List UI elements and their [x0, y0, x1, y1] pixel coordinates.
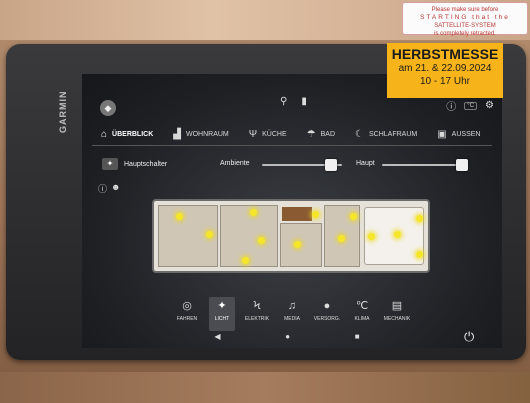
warning-sticker: Please make sure before STARTING that th… [402, 2, 528, 37]
vehicle-icon: ▣ [437, 129, 447, 140]
moon-icon: ☾ [355, 129, 364, 140]
tab-label: KÜCHE [262, 131, 287, 138]
tab-aussen[interactable]: ▣ AUßEN [428, 125, 489, 145]
back-icon[interactable]: ◀ [214, 332, 220, 344]
light-point[interactable] [312, 211, 319, 218]
app-logo-icon: ◆ [100, 100, 116, 116]
ambient-slider-knob[interactable] [324, 159, 337, 171]
nav-elektrik[interactable]: ϟ ELEKTRIK [244, 297, 270, 331]
nav-label: VERSORG. [313, 316, 341, 322]
nav-label: MECHANIK [383, 316, 411, 322]
light-point[interactable] [338, 235, 345, 242]
gear-icon[interactable]: ⚙ [485, 100, 494, 111]
kitchen-area[interactable] [280, 223, 322, 267]
nav-label: ELEKTRIK [244, 316, 270, 322]
light-bulb-icon: ✦ [217, 300, 227, 312]
nav-versorgung[interactable]: ● VERSORG. [314, 297, 340, 331]
nav-mechanik[interactable]: ▤ MECHANIK [384, 297, 410, 331]
thermometer-icon: ℃ [355, 300, 369, 312]
home-button-icon[interactable]: ● [285, 332, 290, 344]
sticker-line-1: Please make sure before [431, 7, 499, 13]
tab-bad[interactable]: ☂ BAD [298, 125, 344, 145]
kitchen-counter [282, 207, 312, 221]
mechanic-icon: ▤ [391, 300, 403, 312]
light-point[interactable] [176, 213, 183, 220]
nav-fahren[interactable]: ◎ FAHREN [174, 297, 200, 331]
info-icon[interactable]: ⓘ [98, 182, 107, 195]
status-bar: ⓘ °C ⚙ [446, 98, 494, 113]
battery-icon: ▮ [301, 96, 307, 107]
water-drop-icon: ● [323, 300, 331, 312]
device-brand: GARMIN [58, 90, 68, 134]
music-icon: ♫ [287, 300, 297, 312]
person-icon[interactable]: ☻ [111, 182, 120, 195]
sofa-icon: ▟ [173, 129, 181, 140]
event-banner: HERBSTMESSE am 21. & 22.09.2024 10 - 17 … [387, 43, 503, 98]
tab-label: SCHLAFRAUM [368, 131, 418, 138]
main-light-slider[interactable] [382, 159, 468, 171]
sticker-line-2: STARTING that the [420, 14, 510, 21]
light-point[interactable] [350, 213, 357, 220]
home-icon: ⌂ [101, 129, 108, 140]
recent-apps-icon[interactable]: ■ [355, 332, 360, 344]
bottom-navigation: ◎ FAHREN ✦ LICHT ϟ ELEKTRIK ♫ MEDIA ● VE… [174, 297, 410, 331]
nav-licht[interactable]: ✦ LICHT [209, 297, 235, 331]
light-point[interactable] [242, 257, 249, 264]
light-point[interactable] [416, 215, 423, 222]
tap-icon: ⚲ [280, 96, 288, 107]
light-bulb-icon: ✦ [102, 158, 118, 170]
main-light-slider-knob[interactable] [455, 159, 468, 171]
lightning-icon: ϟ [253, 300, 261, 312]
system-bar: ◀ ● ■ [182, 332, 392, 344]
ambient-label: Ambiente [220, 160, 250, 167]
touch-screen: ◆ ⚲ ▮ ⓘ °C ⚙ ⌂ ÜBERBLICK ▟ WOHNRAUM Ψ KÜ… [82, 74, 502, 348]
main-switch[interactable]: ✦ Hauptschalter [102, 158, 167, 170]
light-point[interactable] [394, 231, 401, 238]
event-hours: 10 - 17 Uhr [419, 76, 471, 87]
tab-label: AUßEN [451, 131, 481, 138]
light-point[interactable] [250, 209, 257, 216]
ambient-slider[interactable] [262, 159, 342, 171]
temperature-icon: °C [464, 101, 478, 110]
wall-trim [0, 372, 530, 403]
living-area[interactable] [220, 205, 278, 267]
vehicle-floorplan [152, 199, 430, 273]
nav-label: MEDIA [284, 316, 300, 322]
nav-label: LICHT [214, 316, 230, 322]
top-status-icons: ⚲ ▮ [280, 96, 307, 107]
light-point[interactable] [294, 241, 301, 248]
light-point[interactable] [368, 233, 375, 240]
light-point[interactable] [416, 251, 423, 258]
light-controls: ✦ Hauptschalter Ambiente Haupt [94, 156, 490, 174]
cutlery-icon: Ψ [248, 129, 258, 140]
tab-ueberblick[interactable]: ⌂ ÜBERBLICK [92, 125, 162, 145]
event-title: HERBSTMESSE [391, 46, 499, 62]
nav-media[interactable]: ♫ MEDIA [279, 297, 305, 331]
event-dates: am 21. & 22.09.2024 [398, 63, 492, 74]
tab-wohnraum[interactable]: ▟ WOHNRAUM [164, 125, 237, 145]
light-point[interactable] [206, 231, 213, 238]
tab-label: WOHNRAUM [185, 131, 229, 138]
tab-label: BAD [320, 131, 336, 138]
tab-label: ÜBERBLICK [112, 131, 154, 138]
info-row: ⓘ ☻ [98, 182, 121, 195]
light-point[interactable] [258, 237, 265, 244]
steering-wheel-icon: ◎ [182, 300, 192, 312]
nav-label: KLIMA [354, 316, 370, 322]
shower-icon: ☂ [306, 129, 316, 140]
tab-schlafraum[interactable]: ☾ SCHLAFRAUM [346, 125, 426, 145]
main-light-label: Haupt [356, 160, 375, 167]
nav-klima[interactable]: ℃ KLIMA [349, 297, 375, 331]
sticker-line-3: SATTELLITE-SYSTEM [434, 23, 496, 29]
nav-label: FAHREN [176, 316, 198, 322]
info-icon[interactable]: ⓘ [446, 98, 456, 113]
power-icon[interactable]: ⏻ [464, 329, 474, 345]
main-switch-label: Hauptschalter [124, 160, 168, 168]
room-tabs: ⌂ ÜBERBLICK ▟ WOHNRAUM Ψ KÜCHE ☂ BAD ☾ S… [92, 124, 492, 146]
tab-kueche[interactable]: Ψ KÜCHE [240, 125, 296, 145]
sticker-line-4: is completely retracted. [434, 31, 496, 37]
